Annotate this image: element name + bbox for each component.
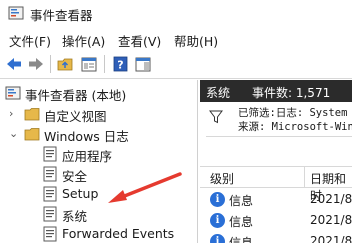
tree-root-label: 事件查看器 (本地) [25,88,127,103]
log-name: 系统 [206,86,231,100]
menu-bar: 文件(F) 操作(A) 查看(V) 帮助(H) [0,27,352,49]
log-view-pane: 系统 事件数: 1,571 已筛选:日志: System 来源: Microso… [200,80,352,243]
filter-summary: 已筛选:日志: System 来源: Microsoft-Wind [200,102,352,136]
tree-root[interactable]: 事件查看器 (本地) [0,83,197,103]
table-row[interactable]: i 信息 2021/8/ [200,210,352,232]
svg-text:?: ? [117,59,123,72]
event-date: 2021/8/ [310,234,352,243]
tree-item-label: Windows 日志 [44,129,129,144]
event-level: 信息 [229,194,254,208]
log-icon [43,186,57,202]
filter-line: 来源: Microsoft-Wind [238,121,352,133]
filter-icon [209,110,223,124]
tree-item-label: Forwarded Events [62,226,175,241]
info-icon: i [210,192,225,207]
column-level[interactable]: 级别 [210,170,234,187]
log-icon [43,226,57,242]
title-bar: 事件查看器 [0,0,352,27]
event-date: 2021/8/ [310,192,352,206]
window-title: 事件查看器 [30,8,93,23]
divider [206,136,352,137]
console-tree: 事件查看器 (本地) › 自定义视图 ⌄ Windows 日志 应用程序 安全 [0,80,198,243]
event-viewer-app-icon [8,6,24,20]
info-icon: i [210,234,225,243]
folder-icon [24,108,40,121]
toolbar: ? [0,49,352,79]
table-row[interactable]: i 信息 2021/8/ [200,189,352,211]
tree-item-security-log[interactable]: 安全 [0,164,197,184]
help-icon[interactable]: ? [111,55,129,73]
tree-item-label: 安全 [62,169,88,184]
event-viewer-icon [5,86,21,100]
toolbar-separator [104,55,105,73]
tree-item-custom-views[interactable]: › 自定义视图 [0,104,197,124]
log-icon [43,146,57,162]
console-view-icon[interactable] [80,55,98,73]
back-icon[interactable] [5,55,23,73]
tree-item-forwarded-events[interactable]: Forwarded Events [0,224,197,243]
chevron-right-icon[interactable]: › [9,107,21,121]
column-divider[interactable] [304,167,305,187]
tree-item-windows-logs[interactable]: ⌄ Windows 日志 [0,124,197,144]
chevron-down-icon[interactable]: ⌄ [9,127,21,141]
menu-help[interactable]: 帮助(H) [174,31,218,50]
menu-view[interactable]: 查看(V) [118,31,161,50]
event-count: 事件数: 1,571 [252,86,331,100]
log-icon [43,206,57,222]
folder-up-icon[interactable] [56,55,74,73]
tree-item-label: 自定义视图 [44,109,107,124]
events-column-header: 级别 日期和时 [200,166,352,203]
event-level: 信息 [229,215,254,229]
info-icon: i [210,213,225,228]
log-icon [43,166,57,182]
tree-item-label: 应用程序 [62,149,113,164]
log-header: 系统 事件数: 1,571 [200,80,352,102]
tree-item-label: Setup [62,186,99,201]
filter-line: 已筛选:日志: System [238,107,348,119]
menu-action[interactable]: 操作(A) [62,31,105,50]
action-pane-icon[interactable] [134,55,152,73]
toolbar-separator [50,55,51,73]
tree-item-application-log[interactable]: 应用程序 [0,144,197,164]
tree-item-label: 系统 [62,209,88,224]
forward-icon[interactable] [27,55,45,73]
event-date: 2021/8/ [310,213,352,227]
folder-icon [24,128,40,141]
table-row[interactable]: i 信息 2021/8/ [200,231,352,243]
event-level: 信息 [229,236,254,243]
menu-file[interactable]: 文件(F) [9,31,51,50]
tree-item-setup-log[interactable]: Setup [0,184,197,204]
tree-item-system-log[interactable]: 系统 [0,204,197,224]
